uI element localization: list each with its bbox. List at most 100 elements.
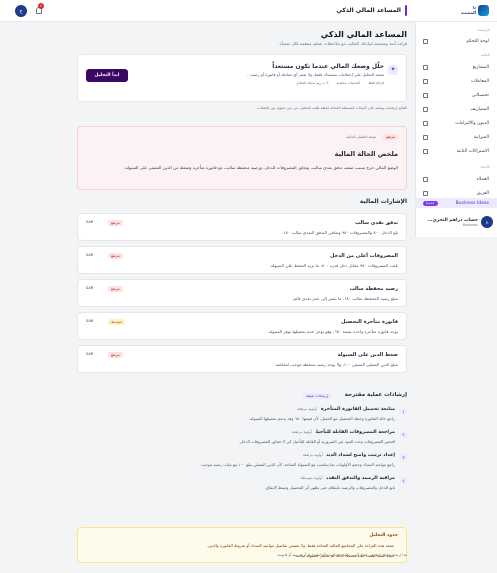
folder-icon — [423, 64, 428, 70]
sidebar-item-dashboard[interactable]: لوحة التحكم — [415, 36, 497, 46]
rec-number: ٢ — [400, 431, 407, 438]
signal-level-badge: مرتفع — [108, 286, 123, 292]
signal-card: ضغط الدين على السيولة مبلغ الدين المتبقي… — [77, 345, 407, 373]
sidebar-item-label: المعاملات — [470, 78, 489, 84]
collection-icon — [423, 92, 428, 98]
sidebar-item-label: Business Ideas — [455, 200, 489, 206]
signal-title: المصروفات أعلى من الدخل — [330, 253, 398, 259]
rec-title: مراقبة الرصيد والتدفق النقديأولوية متوسط… — [301, 476, 395, 481]
rec-desc: راجع مواعيد السداد وحجم الأولويات بما يت… — [200, 462, 395, 467]
rec-desc: تابع الدخل والمصروفات والرصيد بانتظام حت… — [264, 485, 395, 490]
signal-desc: مبلغ رصيد المحفظة سالب ١٨٠، ما يشير إلى … — [292, 296, 398, 301]
signal-level-badge: مرتفع — [108, 220, 123, 226]
cta-title: حلّل وضعك المالي عندما تكون مستعداً — [272, 63, 384, 70]
sidebar-item-debts[interactable]: الديون والالتزامات — [415, 118, 497, 128]
account-avatar: ج — [481, 216, 493, 228]
title-accent — [405, 5, 407, 16]
limit-item: تعتمد هذه القراءة على المجاميع المالية ا… — [206, 543, 394, 548]
expense-icon — [423, 106, 428, 112]
signal-currency: SAR — [86, 286, 94, 290]
signal-currency: SAR — [86, 253, 94, 257]
sidebar-section-more: الأشياء — [480, 165, 490, 169]
rec-number: ١ — [400, 408, 407, 415]
rec-title: مراجعة المصروفات القابلة للتأجيلأولوية م… — [292, 430, 395, 435]
signal-desc: بلغ الدخل ٨٠٠ والمصروفات ٩٨٠ وصافي التدف… — [281, 230, 398, 235]
user-avatar[interactable]: ج — [15, 5, 27, 17]
signal-currency: SAR — [86, 319, 94, 323]
sidebar-section-finance: المالية — [480, 53, 490, 57]
sidebar-item-expenses[interactable]: المصاريف — [415, 104, 497, 114]
signal-desc: توجد فاتورة متأخرة واحدة بقيمة ٦٥٠، وهو … — [267, 329, 398, 334]
rec-priority: أولوية مرتفعة — [302, 453, 323, 457]
sidebar-item-collections[interactable]: تحصيلاتي — [415, 90, 497, 100]
signal-card: فاتورة متأخرة التحصيل توجد فاتورة متأخرة… — [77, 312, 407, 340]
sidebar-item-transactions[interactable]: المعاملات — [415, 76, 497, 86]
sidebar-item-label: الديون والالتزامات — [455, 120, 489, 126]
footer-disclaimer: هذا إرشاد تحليلي لتطبيقي فقط وليس نصيحة … — [276, 553, 407, 557]
limits-title: حدود التحليل — [369, 533, 398, 538]
signal-card: رصيد محفظة سالب مبلغ رصيد المحفظة سالب ١… — [77, 279, 407, 307]
sidebar-item-label: العملاء — [476, 176, 489, 182]
recommendations-section: إرشادات عملية مقترحة إرشادات عملية ١ متا… — [77, 390, 407, 518]
recommendation-item: ٤ مراقبة الرصيد والتدفق النقديأولوية متو… — [77, 473, 407, 495]
summary-title: ملخص الحالة المالية — [334, 150, 398, 158]
rec-title: إعداد ترتيب واضح لسداد الدينأولوية مرتفع… — [303, 453, 395, 458]
chip: ٣ ب ريم شبكة التحليل — [295, 81, 329, 85]
sidebar-item-label: المشاريع — [472, 64, 489, 70]
sidebar-item-label: الميزانية — [473, 134, 489, 140]
signal-card: تدفق نقدي سالب بلغ الدخل ٨٠٠ والمصروفات … — [77, 213, 407, 241]
sidebar-item-business-ideas[interactable]: Business Ideas جديدة — [415, 198, 497, 208]
rec-priority: أولوية مرتفعة — [292, 430, 312, 434]
transactions-icon — [423, 78, 428, 84]
rec-title-text: متابعة تحصيل الفاتورة المتأخرة — [320, 407, 395, 412]
summary-text: الوضع المالي حرج بسبب ضعف تدفق نقدي سالب… — [123, 165, 398, 170]
summary-card: مرتفع نتيجة التحليل الحالية ملخص الحالة … — [77, 126, 407, 190]
subscription-icon — [423, 148, 428, 154]
signals-title: الإشارات المالية — [359, 198, 407, 205]
start-analysis-button[interactable]: ابدأ التحليل — [86, 69, 128, 82]
signal-title: ضغط الدين على السيولة — [337, 352, 398, 358]
app-logo[interactable]: ذا ألمستند — [457, 4, 489, 17]
sidebar-item-label: الاشتراكات الثابتة — [456, 148, 489, 154]
rec-title-text: مراقبة الرصيد والتدفق النقدي — [326, 476, 395, 481]
recommendation-item: ١ متابعة تحصيل الفاتورة المتأخرةأولوية م… — [77, 404, 407, 426]
top-bar: ذا ألمستند المساعد المالي الذكي 1 ج — [0, 0, 497, 22]
page-subtitle: قراءة آمنة ومجمعة لبياناتك المالية، مع م… — [278, 41, 407, 46]
new-badge: جديدة — [423, 200, 438, 206]
sparkle-icon: ✦ — [388, 65, 398, 75]
notification-badge: 1 — [38, 3, 44, 9]
signal-desc: بلغت المصروفات ٩٨٠ مقابل دخل قدره ٨٠٠، م… — [269, 263, 399, 268]
sidebar-item-team[interactable]: الفريق — [415, 188, 497, 198]
rec-title-text: إعداد ترتيب واضح لسداد الدين — [326, 453, 395, 458]
rec-priority: أولوية مرتفعة — [297, 407, 317, 411]
signal-level-badge: مرتفع — [108, 352, 123, 358]
recommendation-item: ٢ مراجعة المصروفات القابلة للتأجيلأولوية… — [77, 427, 407, 449]
sidebar-section-main: الرئيسية — [477, 28, 490, 32]
rec-title-text: مراجعة المصروفات القابلة للتأجيل — [315, 430, 395, 435]
signal-title: فاتورة متأخرة التحصيل — [341, 319, 398, 325]
sidebar-item-clients[interactable]: العملاء — [415, 174, 497, 184]
rec-desc: افحص المصروفات وحدد البنود غير الضرورية … — [238, 439, 395, 444]
rec-title: متابعة تحصيل الفاتورة المتأخرةأولوية مرت… — [297, 407, 395, 412]
logo-mark — [478, 5, 489, 16]
home-icon — [423, 38, 428, 44]
signal-desc: مبلغ الدين المتبقي المتبقي ١٠٠، ولا يوجد… — [274, 362, 398, 367]
sidebar: الرئيسية لوحة التحكم المالية المشاريع ال… — [415, 22, 497, 237]
signal-level-badge: مرتفع — [108, 253, 123, 259]
sidebar-item-subscriptions[interactable]: الاشتراكات الثابتة — [415, 146, 497, 156]
analysis-limits-card: حدود التحليل تعتمد هذه القراءة على المجا… — [77, 527, 407, 563]
rec-priority: أولوية متوسطة — [300, 476, 323, 480]
severity-badge: مرتفع — [383, 134, 398, 140]
page-title-bar: المساعد المالي الذكي — [336, 7, 401, 14]
disclaimer-note: النتائج إرشادية وتعتمد على البيانات المس… — [256, 106, 407, 110]
sidebar-item-budget[interactable]: الميزانية — [415, 132, 497, 142]
sidebar-item-projects[interactable]: المشاريع — [415, 62, 497, 72]
analysis-cta-card: ✦ حلّل وضعك المالي عندما تكون مستعداً يع… — [77, 54, 407, 102]
rec-number: ٣ — [400, 454, 407, 461]
sidebar-item-label: تحصيلاتي — [471, 92, 489, 98]
recommendations-title: إرشادات عملية مقترحة — [344, 392, 407, 398]
sidebar-item-label: الفريق — [476, 190, 489, 196]
clients-icon — [423, 176, 428, 182]
account-switcher[interactable]: ج حساب دراهم التجري... Business — [419, 214, 493, 230]
account-plan: Business — [462, 222, 478, 227]
